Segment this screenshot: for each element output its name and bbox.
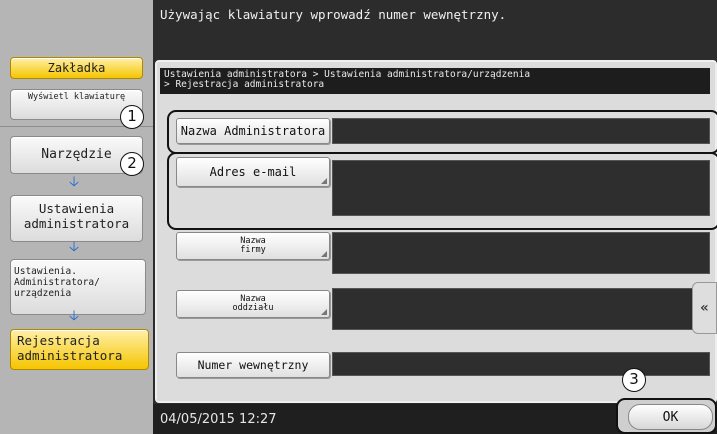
callout-number-2: 2 [120, 152, 144, 176]
sidebar: Zakładka Wyświetl klawiaturę Narzędzie 🡣… [0, 0, 153, 434]
callout-2-frame [167, 152, 717, 230]
double-chevron-left-icon[interactable]: « [692, 282, 717, 334]
ok-label: OK [662, 409, 679, 425]
department-name-button[interactable]: Nazwa oddziału [176, 290, 330, 318]
ok-button[interactable]: OK [628, 404, 713, 430]
company-name-button[interactable]: Nazwa firmy [176, 232, 330, 260]
callout-1-frame [167, 110, 717, 154]
sidebar-item-admin-settings[interactable]: Ustawienia administratora [10, 195, 143, 242]
corner-indicator-icon [321, 309, 327, 315]
callout-number-3: 3 [622, 368, 646, 392]
extension-number-button[interactable]: Numer wewnętrzny [176, 352, 330, 378]
corner-indicator-icon [321, 251, 327, 257]
arrow-down-icon: 🡣 [69, 308, 80, 324]
company-name-label: Nazwa firmy [240, 236, 266, 255]
instruction-message: Używając klawiatury wprowadź numer wewnę… [160, 7, 507, 22]
arrow-down-icon: 🡣 [69, 174, 80, 190]
company-name-field[interactable] [332, 232, 710, 274]
extension-number-field[interactable] [332, 352, 710, 376]
sidebar-tab-button[interactable]: Zakładka [10, 57, 143, 79]
arrow-down-icon: 🡣 [69, 239, 80, 255]
department-name-field[interactable] [332, 288, 710, 330]
breadcrumb: Ustawienia administratora > Ustawienia a… [160, 68, 710, 94]
datetime: 04/05/2015 12:27 [160, 412, 277, 427]
breadcrumb-line2: > Rejestracja administratora [164, 79, 325, 90]
extension-number-label: Numer wewnętrzny [197, 358, 309, 372]
sidebar-item-admin-device-settings[interactable]: Ustawienia. Administratora/ urządzenia [10, 259, 146, 315]
callout-number-1: 1 [120, 105, 144, 129]
sidebar-item-admin-registration[interactable]: Rejestracja administratora [10, 329, 149, 370]
department-name-label: Nazwa oddziału [232, 294, 274, 313]
